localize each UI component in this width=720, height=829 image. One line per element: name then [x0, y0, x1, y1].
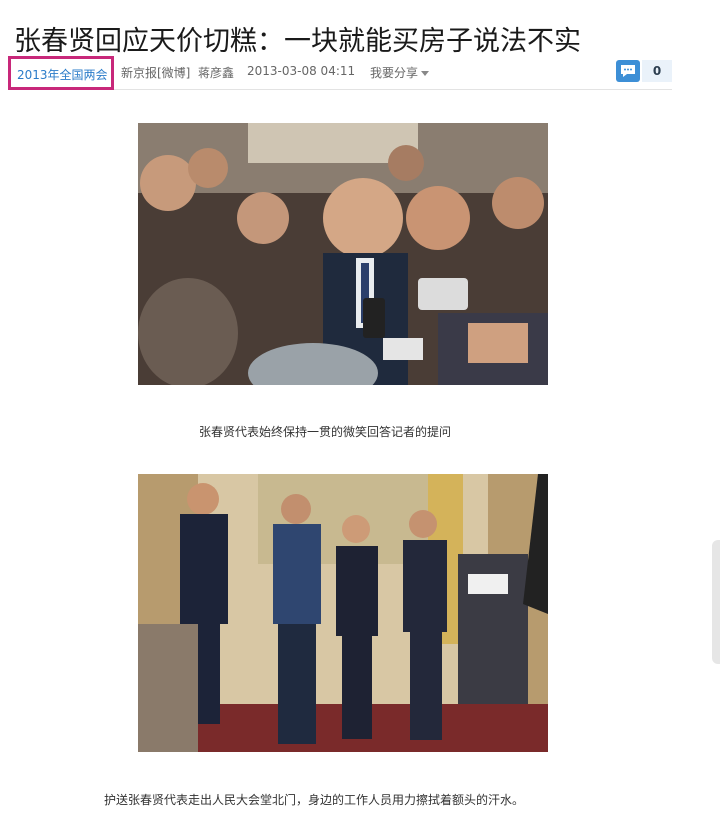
- article-meta-bar: 2013年全国两会 新京报[微博] 蒋彦鑫 2013-03-08 04:11 我…: [8, 56, 672, 90]
- photo-caption: 张春贤代表始终保持一贯的微笑回答记者的提问: [199, 425, 452, 439]
- author-name: 蒋彦鑫: [198, 66, 235, 80]
- share-label: 我要分享: [370, 66, 419, 80]
- publish-datetime: 2013-03-08 04:11: [247, 64, 356, 78]
- scroll-handle[interactable]: [712, 540, 720, 664]
- comment-count[interactable]: 0: [642, 60, 672, 82]
- source-link[interactable]: 新京报[微博]: [121, 64, 190, 81]
- photo-press-crowd: [138, 123, 548, 385]
- comment-button[interactable]: [616, 60, 640, 82]
- speech-bubble-icon: [621, 65, 635, 77]
- share-menu[interactable]: 我要分享: [370, 64, 430, 81]
- photo-great-hall-exit: [138, 474, 548, 752]
- topic-tag-link[interactable]: 2013年全国两会: [17, 66, 108, 83]
- tag-highlight-box: 2013年全国两会: [8, 56, 114, 90]
- chevron-down-icon: [421, 71, 430, 76]
- photo-caption: 护送张春贤代表走出人民大会堂北门，身边的工作人员用力擦拭着额头的汗水。: [104, 793, 525, 807]
